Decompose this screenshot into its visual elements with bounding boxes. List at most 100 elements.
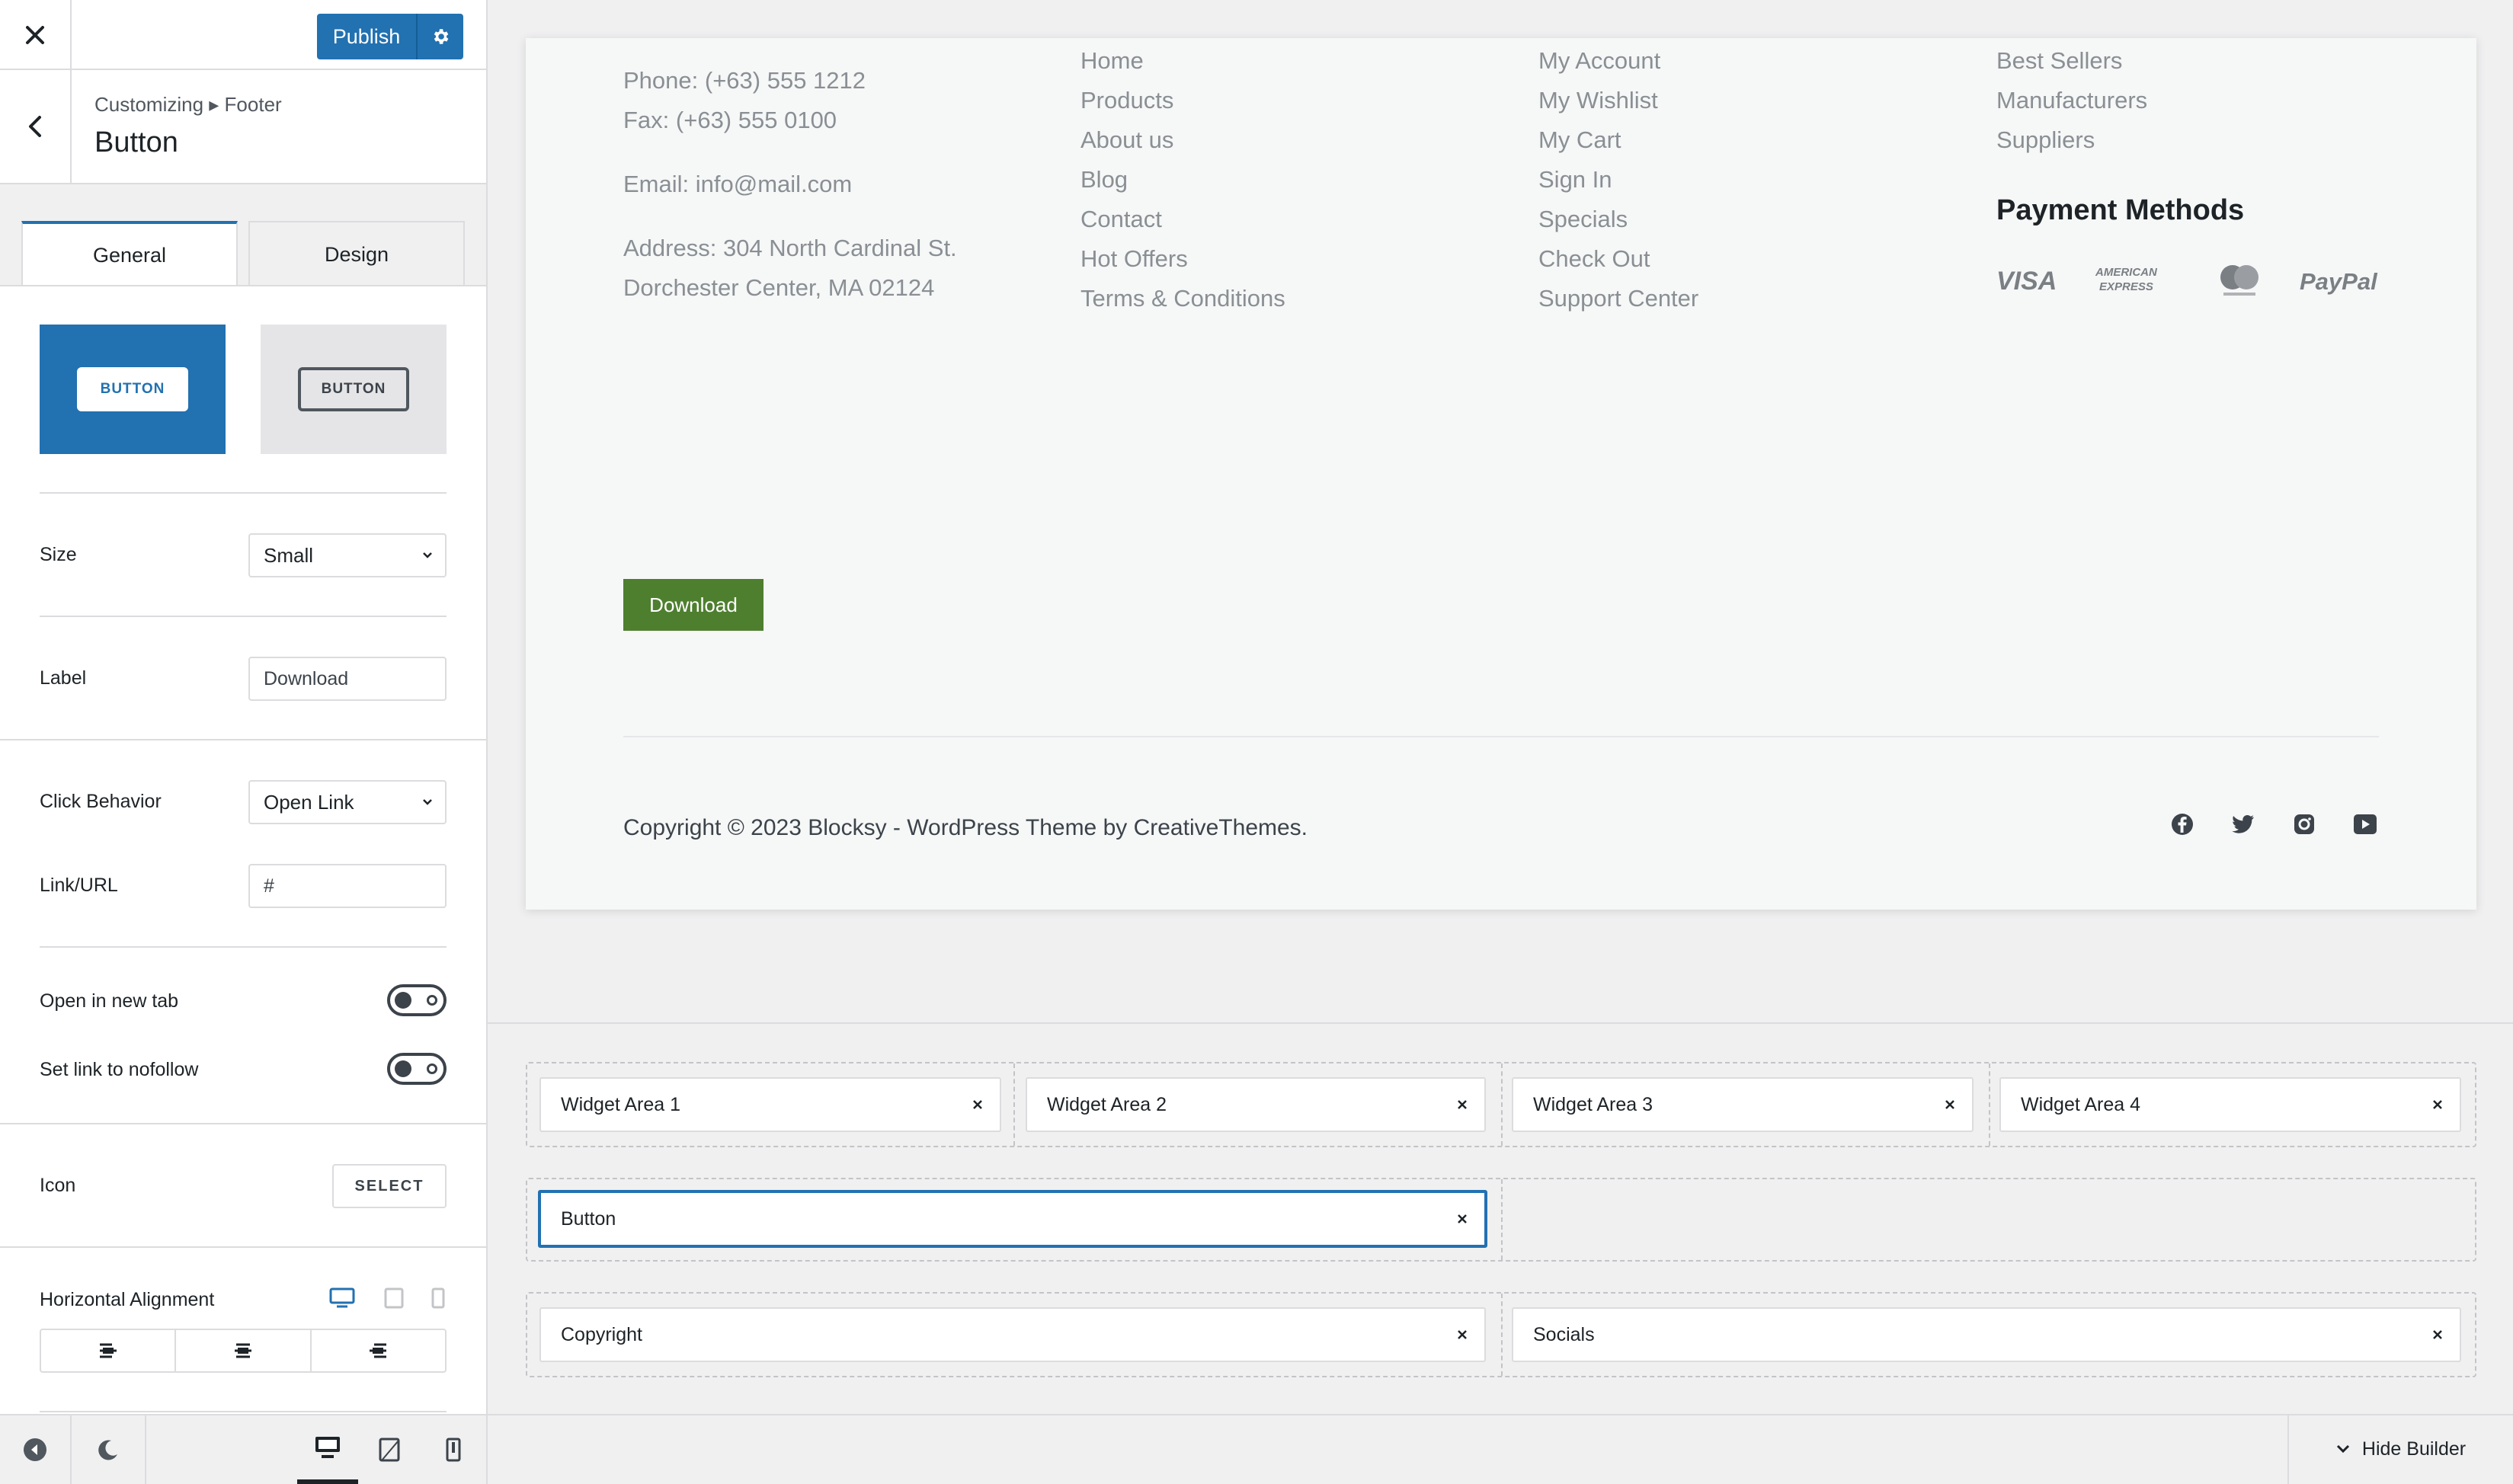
builder-item-copyright[interactable]: Copyright bbox=[539, 1307, 1486, 1362]
mobile-device-icon[interactable] bbox=[431, 1287, 445, 1313]
section-title: Button bbox=[94, 126, 178, 158]
nofollow-label: Set link to nofollow bbox=[40, 1059, 199, 1080]
chevron-down-icon bbox=[423, 552, 432, 558]
tablet-icon bbox=[379, 1438, 400, 1462]
nofollow-toggle[interactable] bbox=[387, 1053, 447, 1085]
builder-item-socials[interactable]: Socials bbox=[1512, 1307, 2461, 1362]
builder-item-widget-area-3[interactable]: Widget Area 3 bbox=[1512, 1077, 1974, 1132]
label-field-label: Label bbox=[40, 667, 87, 689]
align-left-icon bbox=[99, 1343, 117, 1358]
desktop-icon bbox=[315, 1437, 340, 1458]
download-button[interactable]: Download bbox=[623, 579, 764, 631]
desktop-device-icon[interactable] bbox=[329, 1287, 355, 1313]
button-style-outline[interactable]: BUTTON bbox=[261, 325, 447, 454]
footer-link-wishlist[interactable]: My Wishlist bbox=[1538, 81, 1658, 120]
footer-address-line2: Dorchester Center, MA 02124 bbox=[623, 274, 935, 301]
remove-icon[interactable] bbox=[1457, 1329, 1468, 1340]
align-center-icon bbox=[234, 1343, 251, 1358]
facebook-icon[interactable] bbox=[2169, 811, 2196, 838]
copyright-text: Copyright © 2023 Blocksy - WordPress The… bbox=[623, 815, 1308, 840]
style-preview-filled: BUTTON bbox=[77, 367, 188, 411]
builder-item-label: Widget Area 4 bbox=[2021, 1093, 2141, 1115]
amex-icon: AMERICAN EXPRESS bbox=[2095, 266, 2157, 293]
gear-icon[interactable] bbox=[418, 27, 463, 46]
size-label: Size bbox=[40, 544, 77, 565]
preview-mobile-button[interactable] bbox=[424, 1415, 483, 1484]
footer-link-best-sellers[interactable]: Best Sellers bbox=[1996, 41, 2122, 81]
section-header: Customizing ▸ Footer Button bbox=[0, 70, 486, 184]
back-button[interactable] bbox=[0, 70, 72, 183]
preview-desktop-button[interactable] bbox=[297, 1415, 358, 1484]
icon-select-button[interactable]: SELECT bbox=[332, 1164, 447, 1208]
open-new-tab-toggle[interactable] bbox=[387, 984, 447, 1016]
footer-link-cart[interactable]: My Cart bbox=[1538, 120, 1621, 160]
footer-link-contact[interactable]: Contact bbox=[1080, 200, 1162, 239]
style-preview-outline: BUTTON bbox=[298, 367, 409, 411]
visa-icon: VISA bbox=[1996, 267, 2057, 296]
footer-link-home[interactable]: Home bbox=[1080, 41, 1144, 81]
remove-icon[interactable] bbox=[2432, 1329, 2443, 1340]
footer-address-line1: Address: 304 North Cardinal St. bbox=[623, 235, 957, 261]
footer-email[interactable]: Email: info@mail.com bbox=[623, 165, 852, 204]
instagram-icon[interactable] bbox=[2291, 811, 2318, 838]
icon-label: Icon bbox=[40, 1175, 76, 1196]
horizontal-alignment-group bbox=[40, 1329, 447, 1373]
remove-icon[interactable] bbox=[1457, 1099, 1468, 1110]
twitter-icon[interactable] bbox=[2230, 811, 2257, 838]
remove-icon[interactable] bbox=[972, 1099, 983, 1110]
footer-fax: Fax: (+63) 555 0100 bbox=[623, 107, 837, 133]
footer-link-products[interactable]: Products bbox=[1080, 81, 1173, 120]
site-footer-preview: Phone: (+63) 555 1212 Fax: (+63) 555 010… bbox=[526, 38, 2476, 910]
collapse-sidebar-button[interactable] bbox=[0, 1415, 72, 1484]
link-url-input[interactable]: # bbox=[248, 864, 447, 908]
remove-icon[interactable] bbox=[1945, 1099, 1955, 1110]
tab-general[interactable]: General bbox=[21, 221, 238, 286]
paypal-icon: PayPal bbox=[2300, 268, 2377, 295]
footer-link-hot-offers[interactable]: Hot Offers bbox=[1080, 239, 1188, 279]
builder-item-widget-area-2[interactable]: Widget Area 2 bbox=[1026, 1077, 1486, 1132]
mastercard-icon bbox=[2216, 262, 2263, 302]
publish-button[interactable]: Publish bbox=[317, 14, 463, 59]
footer-link-my-account[interactable]: My Account bbox=[1538, 41, 1660, 81]
click-behavior-select[interactable]: Open Link bbox=[248, 780, 447, 824]
moon-icon bbox=[98, 1440, 117, 1460]
preview-tablet-button[interactable] bbox=[360, 1415, 419, 1484]
footer-link-suppliers[interactable]: Suppliers bbox=[1996, 120, 2095, 160]
publish-label: Publish bbox=[332, 24, 401, 48]
footer-link-terms[interactable]: Terms & Conditions bbox=[1080, 279, 1285, 318]
builder-item-label: Widget Area 1 bbox=[561, 1093, 681, 1115]
footer-link-support[interactable]: Support Center bbox=[1538, 279, 1698, 318]
label-input[interactable]: Download bbox=[248, 657, 447, 701]
alignment-label: Horizontal Alignment bbox=[40, 1289, 215, 1310]
footer-link-blog[interactable]: Blog bbox=[1080, 160, 1128, 200]
align-right-button[interactable] bbox=[312, 1330, 445, 1371]
align-right-icon bbox=[370, 1343, 387, 1358]
remove-icon[interactable] bbox=[1457, 1214, 1468, 1224]
builder-item-button[interactable]: Button bbox=[538, 1190, 1487, 1248]
footer-link-sign-in[interactable]: Sign In bbox=[1538, 160, 1612, 200]
footer-link-specials[interactable]: Specials bbox=[1538, 200, 1628, 239]
dark-mode-button[interactable] bbox=[72, 1415, 146, 1484]
open-new-tab-label: Open in new tab bbox=[40, 990, 179, 1012]
youtube-icon[interactable] bbox=[2351, 811, 2379, 838]
chevron-left-icon bbox=[29, 116, 41, 137]
tablet-device-icon[interactable] bbox=[384, 1287, 404, 1313]
footer-link-checkout[interactable]: Check Out bbox=[1538, 239, 1650, 279]
button-style-filled[interactable]: BUTTON bbox=[40, 325, 226, 454]
align-left-button[interactable] bbox=[41, 1330, 177, 1371]
chevron-down-icon bbox=[423, 799, 432, 805]
align-center-button[interactable] bbox=[176, 1330, 312, 1371]
footer-link-manufacturers[interactable]: Manufacturers bbox=[1996, 81, 2147, 120]
remove-icon[interactable] bbox=[2432, 1099, 2443, 1110]
close-customizer-button[interactable] bbox=[0, 0, 72, 70]
footer-link-about[interactable]: About us bbox=[1080, 120, 1173, 160]
builder-item-widget-area-1[interactable]: Widget Area 1 bbox=[539, 1077, 1001, 1132]
hide-builder-button[interactable]: Hide Builder bbox=[2287, 1414, 2513, 1484]
tab-design[interactable]: Design bbox=[248, 221, 465, 286]
chevron-down-icon bbox=[2336, 1444, 2349, 1454]
builder-item-widget-area-4[interactable]: Widget Area 4 bbox=[1999, 1077, 2461, 1132]
close-icon bbox=[26, 26, 44, 44]
size-select[interactable]: Small bbox=[248, 533, 447, 577]
mobile-icon bbox=[446, 1438, 461, 1462]
customizer-sidebar: Publish Customizing ▸ Footer Button Gene… bbox=[0, 0, 488, 1484]
